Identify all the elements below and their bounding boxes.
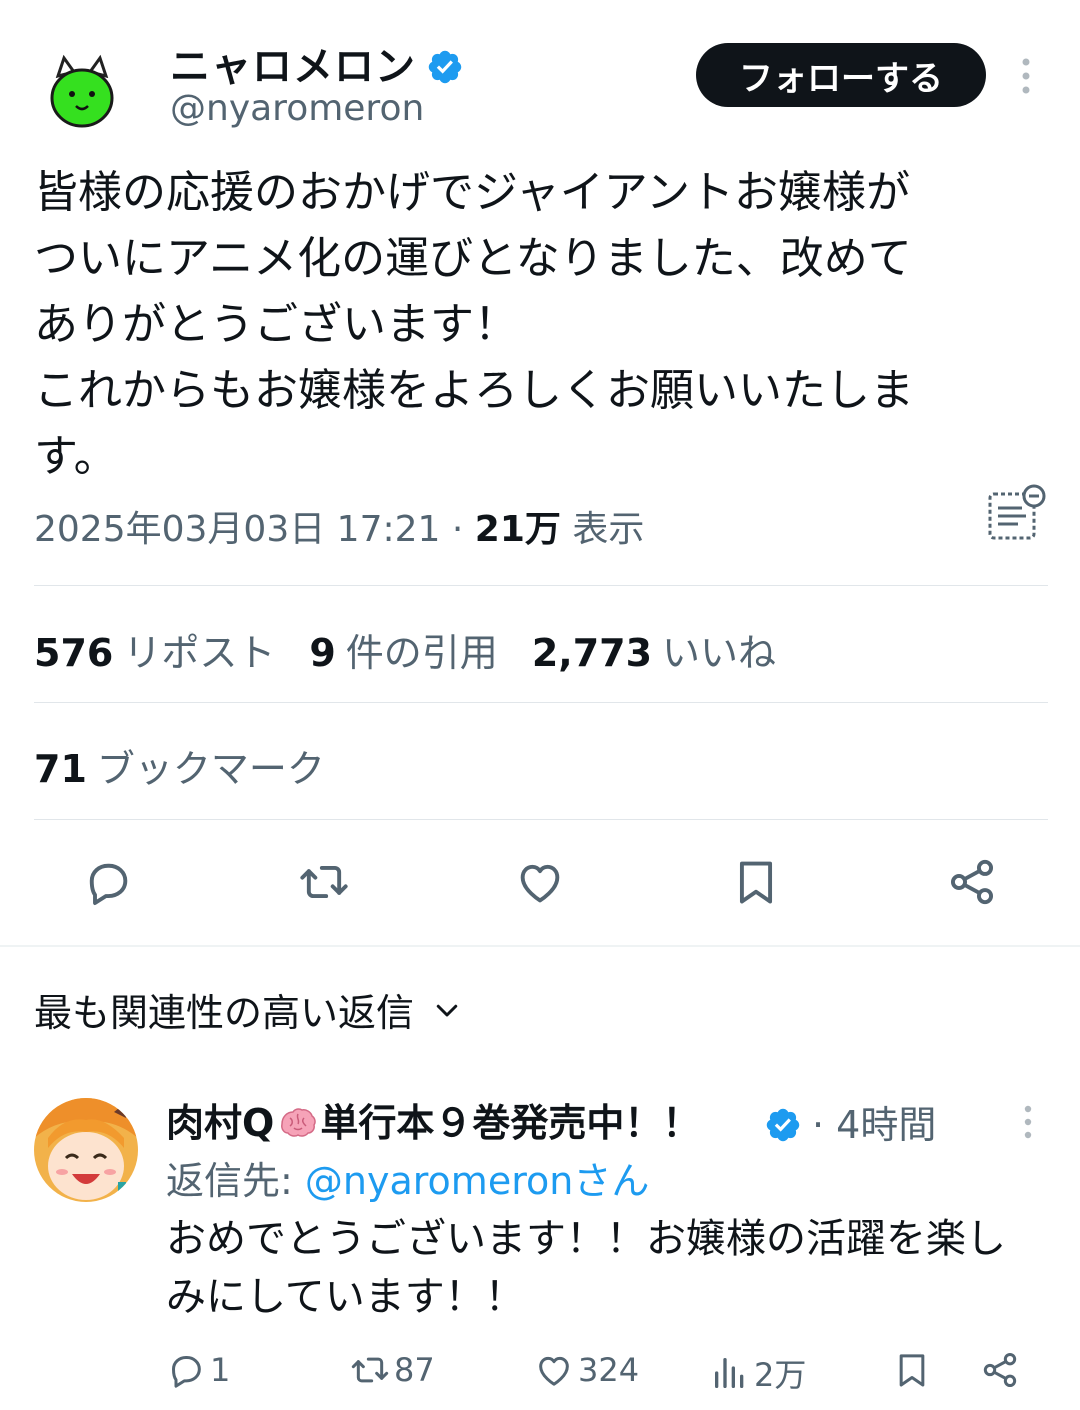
reply-icon [172,1356,201,1388]
reply-reply-button[interactable]: 1 [166,1350,230,1390]
engagement-stats: 576 リポスト 9 件の引用 2,773 いいね [34,622,776,677]
like-icon [520,864,560,903]
divider [34,702,1048,703]
likes-label: いいね [662,631,777,675]
repost-icon [351,1357,389,1383]
reply-icon [89,863,128,905]
reply-to-handle-link[interactable]: @nyaromeronさん [305,1159,649,1203]
share-button[interactable] [942,852,1002,912]
author-avatar[interactable] [38,46,126,134]
bookmark-icon [739,861,773,904]
reply-reposts-count: 87 [394,1351,435,1389]
author-name[interactable]: ニャロメロン [170,34,464,92]
quotes-stat[interactable]: 9 件の引用 [309,631,497,675]
divider [34,585,1048,586]
likes-stat[interactable]: 2,773 いいね [532,631,776,675]
tweet-meta: 2025年03月03日 17:21 · 21万 表示 [34,500,644,552]
brain-emoji-icon [281,1108,317,1137]
green-cat-avatar-icon [38,46,126,134]
divider [34,819,1048,820]
tweet-text: 皆様の応援のおかげでジャイアントお嬢様が ついにアニメ化の運びとなりました、改め… [34,167,914,482]
likes-count: 2,773 [531,631,653,675]
repost-icon [300,865,348,899]
quotes-label: 件の引用 [345,631,498,675]
reply-button[interactable] [78,852,138,912]
reply-name-prefix: 肉村Q [166,1101,275,1145]
section-divider [0,945,1080,947]
views-label: 表示 [572,509,645,550]
translate-icon[interactable] [986,484,1048,544]
verified-badge-icon [766,1108,800,1142]
more-icon[interactable] [1016,1104,1040,1140]
like-button[interactable] [510,852,570,912]
quotes-count: 9 [309,631,336,675]
reply-views-count: 2万 [754,1356,807,1394]
reply-repost-button[interactable]: 87 [350,1350,435,1390]
reposts-stat[interactable]: 576 リポスト [34,631,275,675]
bookmark-icon [899,1354,925,1387]
replies-sort-dropdown[interactable]: 最も関連性の高い返信 [34,982,462,1037]
reply-replies-count: 1 [210,1351,231,1389]
author-handle[interactable]: @nyaromeron [170,88,424,129]
reply-author-avatar[interactable] [34,1098,138,1202]
share-icon [950,859,994,905]
reply-share-button[interactable] [980,1350,1024,1390]
repost-button[interactable] [294,852,354,912]
meta-separator: · [451,509,464,550]
reply-time-meta: · 4時間 [764,1094,936,1149]
verified-badge-icon [428,50,462,84]
chevron-down-icon [436,1004,458,1016]
reply-name-suffix: 単行本９巻発売中！！ [320,1101,701,1145]
reply-author-name[interactable]: 肉村Q 単行本９巻発売中！！ [166,1092,700,1147]
views-count: 21万 [474,509,561,550]
replies-sort-label: 最も関連性の高い返信 [34,991,415,1035]
bookmark-button[interactable] [726,852,786,912]
reply-to-label: 返信先: [166,1159,293,1203]
reply-time[interactable]: · 4時間 [812,1103,936,1147]
tweet-timestamp[interactable]: 2025年03月03日 17:21 [34,509,440,550]
anime-girl-avatar-icon [34,1098,138,1202]
follow-button[interactable]: フォローする [696,43,986,107]
share-icon [983,1353,1017,1387]
reply-likes-count: 324 [578,1351,640,1389]
bookmarks-stat[interactable]: 71 ブックマーク [34,738,325,793]
bookmarks-label: ブックマーク [96,747,325,791]
reply-bookmark-button[interactable] [892,1350,936,1390]
reply-to-line: 返信先: @nyaromeronさん [166,1150,649,1205]
bookmarks-count: 71 [34,747,87,791]
reposts-label: リポスト [123,631,276,675]
more-icon[interactable] [1014,56,1038,96]
reply-views-button[interactable]: 2万 [710,1350,806,1396]
reposts-count: 576 [34,631,114,675]
author-name-text: ニャロメロン [170,44,416,90]
views-icon [715,1358,744,1388]
reply-text: おめでとうございます！！お嬢様の活躍を楽し みにしています！！ [166,1216,1006,1320]
reply-like-button[interactable]: 324 [534,1350,639,1390]
like-icon [539,1356,569,1386]
